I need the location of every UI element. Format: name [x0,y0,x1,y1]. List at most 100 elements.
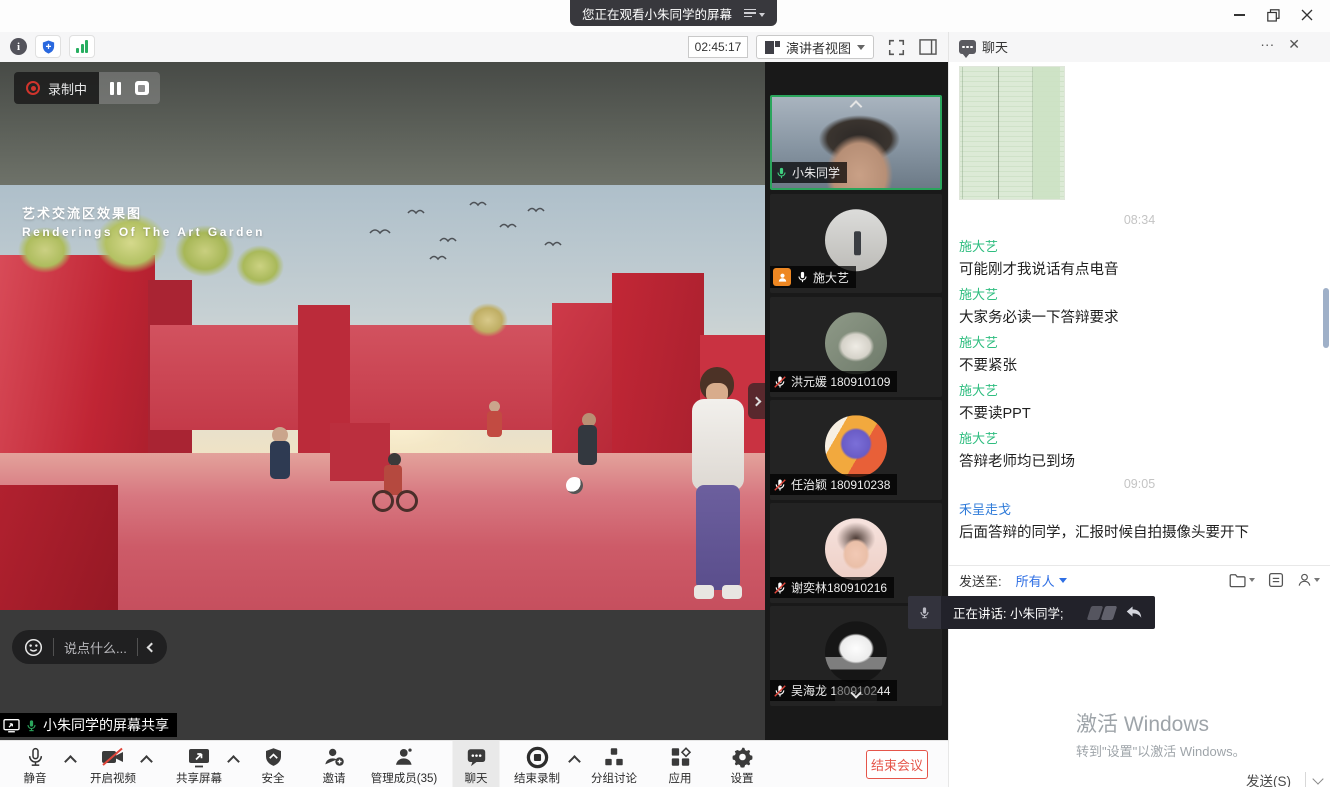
chat-timestamp: 09:05 [949,477,1330,491]
chat-panel[interactable]: 08:34 施大艺 可能刚才我说话有点电音 施大艺 大家务必读一下答辩要求 施大… [948,62,1330,787]
side-panel-button[interactable] [916,36,940,58]
file-send-button[interactable] [1229,573,1255,588]
cutout-person-shoe [722,585,742,599]
shared-slide-image: 艺术交流区效果图 Renderings Of The Art Garden [0,185,765,610]
reply-arrow-icon[interactable] [1125,605,1143,621]
view-mode-button[interactable]: 演讲者视图 [756,35,874,59]
quick-chat-input[interactable]: 说点什么... [64,638,127,657]
chat-close-button[interactable]: ✕ [1288,36,1300,53]
send-options-caret[interactable] [1312,773,1323,784]
announcement-button[interactable] [1268,572,1284,588]
watching-screen-label: 您正在观看小朱同学的屏幕 [582,4,732,23]
minimize-button[interactable] [1222,2,1256,28]
invite-button[interactable]: 邀请 [323,745,346,786]
bike-wheel [372,490,394,512]
video-strip-toggle[interactable] [748,383,765,419]
apps-button[interactable]: 应用 [669,745,692,786]
chat-image-attachment[interactable] [959,66,1065,200]
chat-button[interactable]: 聊天 [453,741,500,787]
send-button[interactable]: 发送(S) [1240,768,1297,787]
toolbar-label: 设置 [731,770,754,786]
share-options-caret[interactable] [227,755,240,768]
emoji-icon[interactable] [24,638,43,657]
video-tile[interactable]: 任治颖 180910238 [770,400,942,500]
toolbar-label: 管理成员(35) [371,770,437,786]
breakout-rooms-button[interactable]: 分组讨论 [591,745,637,786]
gear-icon [731,746,753,768]
meeting-app-window: 您正在观看小朱同学的屏幕 i [0,0,1330,787]
chat-bubble-icon [465,746,487,768]
mic-on-icon [796,270,809,284]
record-dot-icon [26,81,40,95]
fullscreen-button[interactable] [884,36,908,58]
video-tile[interactable]: 谢奕林180910216 [770,503,942,603]
meeting-info-icon[interactable]: i [10,38,27,55]
share-screen-button[interactable]: 共享屏幕 [176,745,222,786]
mic-icon [918,605,931,620]
camera-off-icon [101,747,125,767]
restore-button[interactable] [1256,2,1290,28]
start-video-button[interactable]: 开启视频 [90,745,136,786]
participant-video-strip: 小朱同学 施大艺 [765,62,948,740]
speaker-view-icon [765,41,780,54]
stop-record-icon [526,746,549,769]
avatar [825,415,887,477]
slide-title: 艺术交流区效果图 Renderings Of The Art Garden [22,203,265,239]
security-shield-button[interactable] [35,35,61,58]
person-figure [270,441,290,479]
chat-more-button[interactable]: ··· [1260,36,1274,53]
message-sender: 禾呈走戈 [959,499,1011,518]
toast-flags-icon [1089,606,1115,620]
titlebar: 您正在观看小朱同学的屏幕 [0,0,1330,32]
send-to-selector[interactable]: 所有人 [1016,571,1067,590]
scrollbar-thumb[interactable] [1323,288,1329,348]
send-to-label: 发送至: [959,571,1002,590]
chat-scrollbar[interactable] [1322,62,1329,592]
mute-button[interactable]: 静音 [24,745,47,786]
pause-recording-button[interactable] [110,82,121,95]
manage-members-button[interactable]: 管理成员(35) [371,745,437,786]
chat-timestamp: 08:34 [949,213,1330,227]
recording-options-caret[interactable] [568,755,581,768]
watching-screen-toast[interactable]: 您正在观看小朱同学的屏幕 [570,0,777,26]
mic-muted-icon [773,684,787,698]
chevron-right-icon [752,396,762,406]
video-options-caret[interactable] [140,755,153,768]
settings-button[interactable]: 设置 [731,745,754,786]
birds-flock [360,193,570,273]
network-signal-button[interactable] [69,35,95,58]
message-sender: 施大艺 [959,284,998,303]
toolbar-label: 开启视频 [90,770,136,786]
cutout-person-jacket [692,399,744,491]
person-figure [578,425,597,465]
chat-panel-header: 聊天 ··· ✕ [948,32,1330,62]
stop-recording-button[interactable]: 结束录制 [514,745,560,786]
bike-wheel [396,490,418,512]
end-meeting-button[interactable]: 结束会议 [866,750,928,779]
collapse-pill-icon[interactable] [146,642,156,652]
toolbar-label: 邀请 [323,770,346,786]
share-owner-label: 小朱同学的屏幕共享 [43,715,169,735]
caret-down-icon [857,45,865,50]
mute-options-caret[interactable] [64,755,77,768]
video-tile[interactable]: 洪元媛 180910109 [770,297,942,397]
soccer-ball [566,477,583,494]
close-icon [1301,9,1313,21]
close-button[interactable] [1290,2,1324,28]
scroll-down-button[interactable] [835,687,877,703]
red-wall [330,423,390,481]
security-button[interactable]: 安全 [262,745,285,786]
stop-recording-button[interactable] [135,81,149,95]
chevron-down-icon [850,687,861,698]
hamburger-icon [744,9,756,18]
participant-name: 任治颖 180910238 [791,476,890,493]
toast-menu-icon[interactable] [744,9,765,18]
slide-title-en: Renderings Of The Art Garden [22,225,265,239]
recording-indicator: 录制中 [14,72,160,104]
private-chat-button[interactable] [1297,572,1320,588]
mic-box [908,596,941,629]
video-tile[interactable]: 施大艺 [770,194,942,293]
video-tile[interactable]: 小朱同学 [770,95,942,190]
slide-title-zh: 艺术交流区效果图 [22,203,265,222]
bottom-toolbar: 静音 开启视频 共享屏幕 [0,740,948,787]
